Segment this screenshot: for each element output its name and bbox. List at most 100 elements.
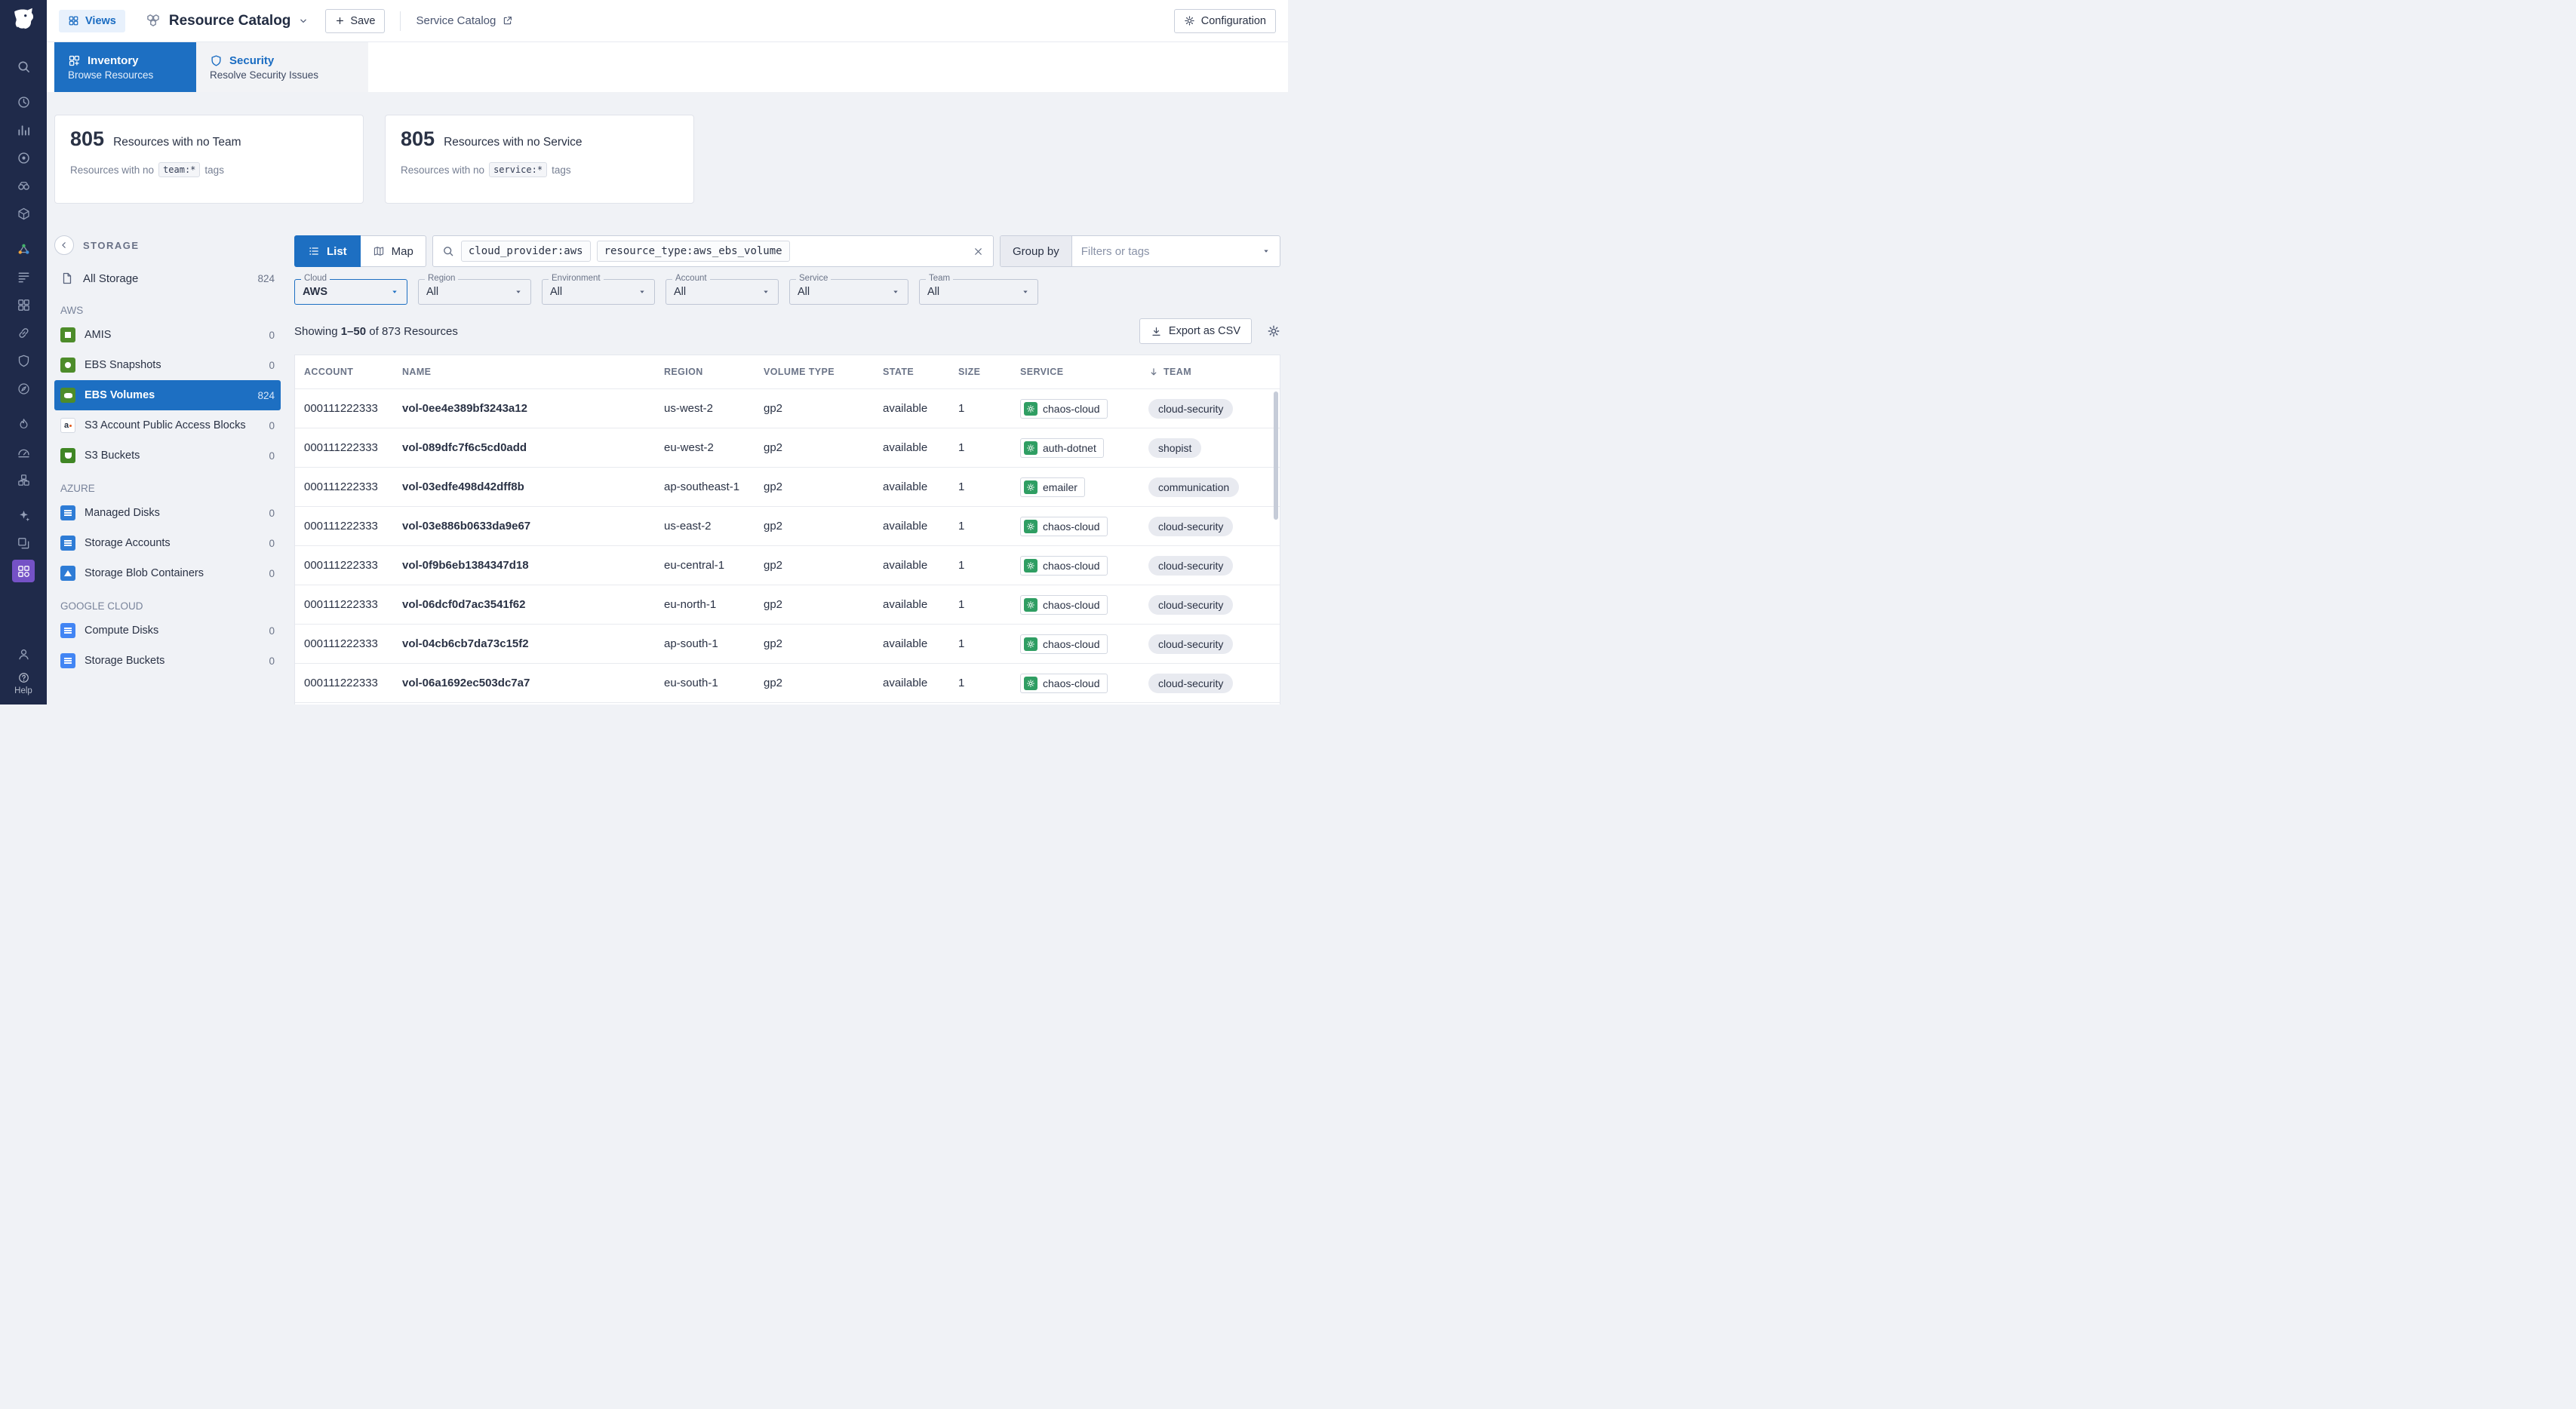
column-header-team[interactable]: TEAM [1139,367,1280,377]
views-button[interactable]: Views [59,10,125,32]
service-chip[interactable]: emailer [1020,477,1085,497]
table-row[interactable]: 000111222333vol-06dcf0d7ac3541f62eu-nort… [295,585,1280,624]
column-header-account[interactable]: ACCOUNT [295,367,393,377]
cell-name[interactable]: vol-06a1692ec503dc7a7 [393,677,655,689]
sidebar-item-all-storage[interactable]: All Storage 824 [54,264,281,293]
table-row[interactable]: 000111222333vol-089dfc7f6c5cd0addeu-west… [295,428,1280,467]
metrics-icon[interactable] [12,118,35,141]
user-icon[interactable] [12,643,35,665]
sidebar-item-ebs-volumes[interactable]: EBS Volumes824 [54,380,281,410]
cell-state: available [874,598,949,611]
filter-region[interactable]: RegionAll [418,279,531,305]
team-badge[interactable]: cloud-security [1148,634,1233,654]
workflows-icon[interactable] [12,532,35,554]
sidebar-item-s3-buckets[interactable]: S3 Buckets0 [54,441,281,471]
search-token[interactable]: resource_type:aws_ebs_volume [597,241,790,262]
synthetics-icon[interactable] [12,377,35,400]
sidebar-item-amis[interactable]: AMIS0 [54,320,281,350]
cell-name[interactable]: vol-06dcf0d7ac3541f62 [393,598,655,611]
map-view-button[interactable]: Map [361,235,426,267]
configuration-button[interactable]: Configuration [1174,9,1276,33]
column-header-size[interactable]: SIZE [949,367,1011,377]
sidebar-item-compute-disks[interactable]: Compute Disks0 [54,615,281,646]
table-row[interactable]: 000111222333vol-0f9b6eb1384347d18eu-cent… [295,545,1280,585]
profiling-icon[interactable] [12,413,35,435]
service-chip[interactable]: chaos-cloud [1020,556,1108,576]
help-button[interactable]: Help [14,671,32,695]
sidebar-item-storage-buckets[interactable]: Storage Buckets0 [54,646,281,676]
cell-name[interactable]: vol-03e886b0633da9e67 [393,520,655,533]
watchdog-icon[interactable] [12,174,35,197]
service-chip[interactable]: chaos-cloud [1020,595,1108,615]
save-button[interactable]: Save [325,9,385,33]
table-row[interactable]: 000111222333vol-04cb6cb7da73c15f2ap-sout… [295,624,1280,663]
service-chip[interactable]: auth-dotnet [1020,438,1104,458]
export-csv-button[interactable]: Export as CSV [1139,318,1252,344]
team-badge[interactable]: cloud-security [1148,399,1233,419]
cell-name[interactable]: vol-03edfe498d42dff8b [393,480,655,493]
cell-name[interactable]: vol-089dfc7f6c5cd0add [393,441,655,454]
table-row[interactable]: 000111222333vol-03edfe498d42dff8bap-sout… [295,467,1280,506]
datadog-logo[interactable] [8,5,39,37]
table-settings-gear-icon[interactable] [1267,324,1280,338]
team-badge[interactable]: cloud-security [1148,517,1233,536]
group-by-select[interactable]: Filters or tags [1072,236,1280,266]
integrations-icon[interactable] [12,321,35,344]
infrastructure-icon[interactable] [12,202,35,225]
filter-service[interactable]: ServiceAll [789,279,908,305]
ci-icon[interactable] [12,468,35,491]
cell-name[interactable]: vol-0ee4e389bf3243a12 [393,402,655,415]
clear-search-icon[interactable] [973,246,984,257]
card-no-team[interactable]: 805 Resources with no Team Resources wit… [54,115,364,204]
list-view-button[interactable]: List [294,235,361,267]
tab-security[interactable]: Security Resolve Security Issues [196,42,368,92]
monitors-icon[interactable] [12,146,35,169]
table-row[interactable]: 000111222333vol-06a1692ec503dc7a7eu-sout… [295,663,1280,702]
filter-team[interactable]: TeamAll [919,279,1038,305]
search-icon[interactable] [12,55,35,78]
sidebar-item-storage-blob-containers[interactable]: Storage Blob Containers0 [54,558,281,588]
service-chip[interactable]: chaos-cloud [1020,634,1108,654]
cell-name[interactable]: vol-04cb6cb7da73c15f2 [393,637,655,650]
column-header-volume-type[interactable]: VOLUME TYPE [755,367,874,377]
filter-environment[interactable]: EnvironmentAll [542,279,655,305]
column-header-service[interactable]: SERVICE [1011,367,1139,377]
service-chip[interactable]: chaos-cloud [1020,674,1108,693]
slo-icon[interactable] [12,441,35,463]
filter-cloud[interactable]: CloudAWS [294,279,407,305]
table-row[interactable]: 000111222333vol-0ee4e389bf3243a12us-west… [295,388,1280,428]
table-scrollbar[interactable] [1274,391,1278,520]
team-badge[interactable]: cloud-security [1148,674,1233,693]
column-header-name[interactable]: NAME [393,367,655,377]
collapse-sidebar-button[interactable] [54,235,74,255]
chevron-down-icon[interactable] [298,16,309,26]
sidebar-item-managed-disks[interactable]: Managed Disks0 [54,498,281,528]
service-map-icon[interactable] [12,238,35,260]
service-catalog-link[interactable]: Service Catalog [416,14,513,27]
search-input[interactable]: cloud_provider:aws resource_type:aws_ebs_… [432,235,994,267]
resource-catalog-icon[interactable] [12,560,35,582]
filter-account[interactable]: AccountAll [666,279,779,305]
sidebar-item-ebs-snapshots[interactable]: EBS Snapshots0 [54,350,281,380]
team-badge[interactable]: cloud-security [1148,556,1233,576]
dashboards-icon[interactable] [12,293,35,316]
logs-icon[interactable] [12,266,35,288]
team-badge[interactable]: communication [1148,477,1239,497]
team-badge[interactable]: shopist [1148,438,1201,458]
page-title-group[interactable]: Resource Catalog [145,13,309,29]
service-chip[interactable]: chaos-cloud [1020,399,1108,419]
sidebar-item-s3-account-public-access-blocks[interactable]: aS3 Account Public Access Blocks0 [54,410,281,441]
card-no-service[interactable]: 805 Resources with no Service Resources … [385,115,694,204]
tab-inventory[interactable]: Inventory Browse Resources [54,42,196,92]
column-header-state[interactable]: STATE [874,367,949,377]
sidebar-item-storage-accounts[interactable]: Storage Accounts0 [54,528,281,558]
column-header-region[interactable]: REGION [655,367,755,377]
cell-name[interactable]: vol-0f9b6eb1384347d18 [393,559,655,572]
history-icon[interactable] [12,91,35,113]
table-row[interactable]: 000111222333vol-03e886b0633da9e67us-east… [295,506,1280,545]
team-badge[interactable]: cloud-security [1148,595,1233,615]
search-token[interactable]: cloud_provider:aws [461,241,591,262]
service-chip[interactable]: chaos-cloud [1020,517,1108,536]
sparkle-icon[interactable] [12,504,35,526]
security-icon[interactable] [12,349,35,372]
